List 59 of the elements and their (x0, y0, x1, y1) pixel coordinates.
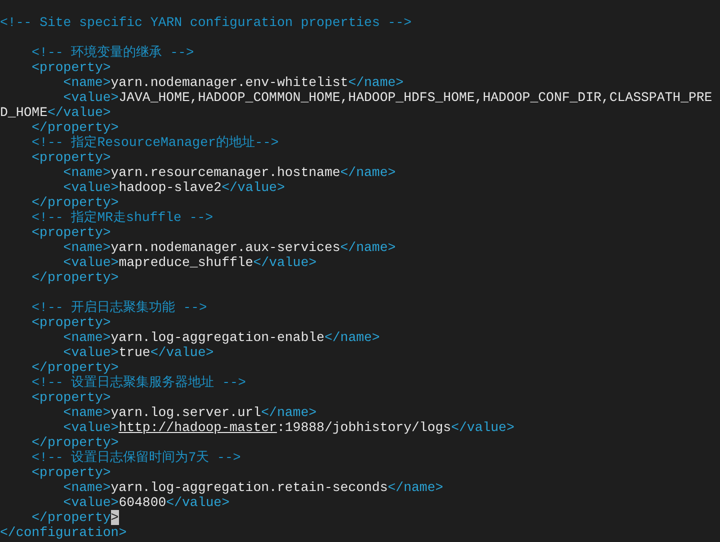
tag-text: D_HOME (0, 105, 48, 120)
tag-text: hadoop-slave2 (118, 180, 222, 195)
code-comment: <!-- 指定MR走shuffle --> (32, 210, 214, 225)
xml-tag: </value> (150, 345, 214, 360)
xml-tag: <name> (63, 165, 111, 180)
xml-tag: </value> (166, 495, 230, 510)
xml-tag: <value> (63, 495, 119, 510)
xml-tag: </property> (32, 435, 119, 450)
tag-text: yarn.resourcemanager.hostname (110, 165, 340, 180)
code-comment: <!-- 设置日志聚集服务器地址 --> (32, 375, 246, 390)
xml-tag: <value> (63, 255, 119, 270)
xml-tag: </name> (261, 405, 317, 420)
xml-tag: <name> (63, 480, 111, 495)
tag-text: yarn.log-aggregation.retain-seconds (110, 480, 388, 495)
tag-text: true (118, 345, 150, 360)
code-comment: <!-- 开启日志聚集功能 --> (32, 300, 207, 315)
xml-tag: <value> (63, 180, 119, 195)
xml-tag: <value> (63, 90, 119, 105)
code-comment: <!-- 设置日志保留时间为7天 --> (32, 450, 241, 465)
xml-tag: <property> (32, 225, 111, 240)
code-comment: <!-- Site specific YARN configuration properties --> (0, 15, 412, 30)
tag-text: 604800 (118, 495, 166, 510)
text-cursor: > (110, 510, 119, 525)
xml-tag: </name> (340, 165, 396, 180)
xml-tag: <property> (32, 465, 111, 480)
xml-tag: </property> (32, 360, 119, 375)
tag-text: :19888/jobhistory/logs (276, 420, 452, 435)
xml-tag: </property (32, 510, 111, 525)
xml-tag: <property> (32, 60, 111, 75)
xml-tag: </name> (340, 240, 396, 255)
xml-tag: </property> (32, 120, 119, 135)
xml-tag: <property> (32, 150, 111, 165)
tag-text: yarn.nodemanager.env-whitelist (110, 75, 348, 90)
code-comment: <!-- 指定ResourceManager的地址--> (32, 135, 279, 150)
tag-text: mapreduce_shuffle (118, 255, 254, 270)
xml-tag: <value> (63, 345, 119, 360)
xml-tag: </name> (324, 330, 380, 345)
xml-tag: </configuration> (0, 525, 127, 540)
tag-text: JAVA_HOME,HADOOP_COMMON_HOME,HADOOP_HDFS_HOME,HADOOP_CONF_DIR,CLASSPATH_PRE (118, 90, 712, 105)
xml-tag: </property> (32, 270, 119, 285)
xml-tag: </property> (32, 195, 119, 210)
xml-tag: </value> (253, 255, 317, 270)
xml-tag: <name> (63, 240, 111, 255)
xml-tag: </name> (388, 480, 444, 495)
tag-text: yarn.nodemanager.aux-services (110, 240, 340, 255)
xml-tag: </value> (222, 180, 285, 195)
xml-tag: </value> (451, 420, 514, 435)
code-comment: <!-- 环境变量的继承 --> (32, 45, 194, 60)
xml-tag: <property> (32, 390, 111, 405)
xml-tag: </name> (348, 75, 404, 90)
url-link[interactable]: http://hadoop-master (118, 420, 277, 435)
tag-text: yarn.log-aggregation-enable (110, 330, 324, 345)
xml-tag: </value> (47, 105, 111, 120)
xml-tag: <name> (63, 330, 111, 345)
xml-tag: <name> (63, 75, 111, 90)
xml-tag: <name> (63, 405, 111, 420)
tag-text: yarn.log.server.url (110, 405, 262, 420)
xml-tag: <property> (32, 315, 111, 330)
xml-tag: <value> (63, 420, 119, 435)
